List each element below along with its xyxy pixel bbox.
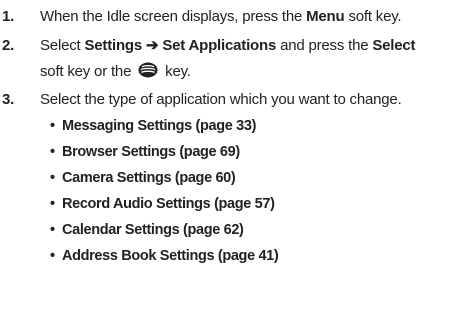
list-item-label: Camera Settings (page 60) [62, 170, 236, 186]
instructions-page: 1. When the Idle screen displays, press … [0, 0, 472, 310]
step-text-pre: When the Idle screen displays, press the [40, 8, 307, 25]
select-key-icon [138, 62, 158, 78]
step-text-pre: Select [40, 37, 85, 54]
step-2: 2. Select Settings ➔ Set Applications an… [0, 33, 472, 85]
step-text-line2-pre: soft key or the [40, 63, 136, 80]
select-key-label: Select [372, 37, 416, 54]
list-item-label: Browser Settings (page 69) [62, 144, 240, 160]
list-item-label: Record Audio Settings (page 57) [62, 196, 275, 212]
bullet-dot: • [50, 170, 55, 186]
step-number: 1. [2, 8, 15, 25]
step-text-mid: and press the [276, 37, 373, 54]
step-text: Select the type of application which you… [40, 91, 402, 108]
list-item-messaging-settings[interactable]: • Messaging Settings (page 33) [50, 113, 470, 139]
step-text: When the Idle screen displays, press the… [40, 4, 470, 29]
list-item-record-audio-settings[interactable]: • Record Audio Settings (page 57) [50, 191, 470, 217]
step-number: 3. [2, 91, 15, 108]
step-text: Select Settings ➔ Set Applications and p… [40, 33, 470, 85]
bullet-dot: • [50, 118, 55, 134]
step-text-post: soft key. [344, 8, 402, 25]
settings-path-label: Settings ➔ Set Applications [84, 37, 277, 54]
list-item-label: Calendar Settings (page 62) [62, 222, 244, 238]
list-item-calendar-settings[interactable]: • Calendar Settings (page 62) [50, 217, 470, 243]
bullet-dot: • [50, 144, 55, 160]
step-text-line2-post: key. [161, 63, 191, 80]
step-number: 2. [2, 37, 15, 54]
application-list: • Messaging Settings (page 33) • Browser S… [50, 113, 470, 269]
list-item-label: Messaging Settings (page 33) [62, 118, 257, 134]
bullet-dot: • [50, 248, 55, 264]
list-item-label: Address Book Settings (page 41) [62, 248, 279, 264]
menu-key-label: Menu [306, 8, 345, 25]
bullet-dot: • [50, 222, 55, 238]
bullet-dot: • [50, 196, 55, 212]
list-item-browser-settings[interactable]: • Browser Settings (page 69) [50, 139, 470, 165]
list-item-camera-settings[interactable]: • Camera Settings (page 60) [50, 165, 470, 191]
list-item-address-book-settings[interactable]: • Address Book Settings (page 41) [50, 243, 470, 269]
